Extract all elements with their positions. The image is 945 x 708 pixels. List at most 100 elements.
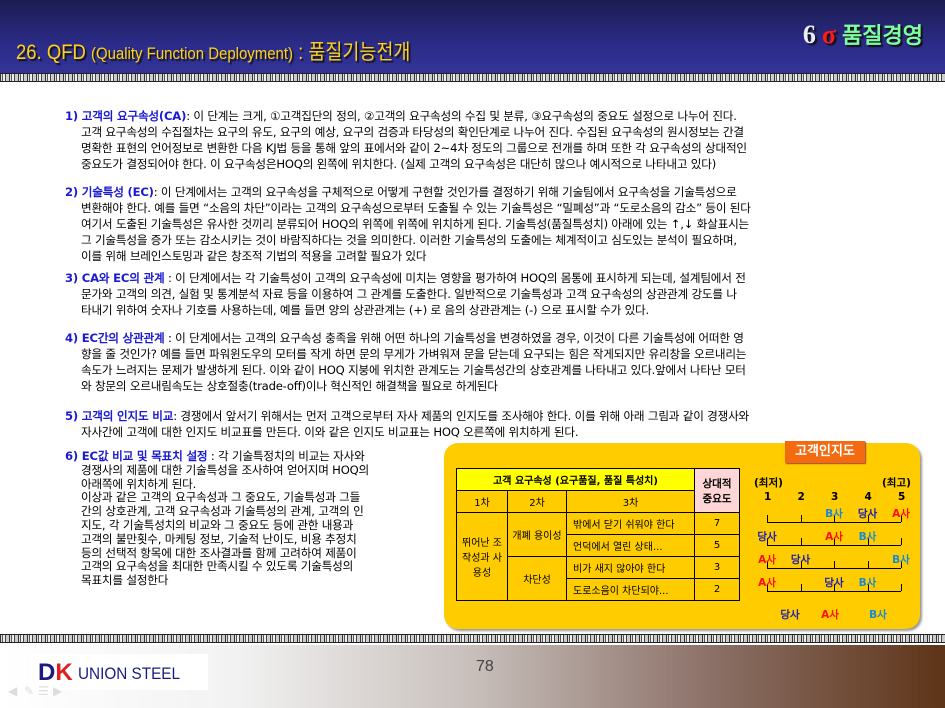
importance-header: 상대적 중요도 [694, 468, 740, 513]
level-2-cell: 개폐 용이성 [507, 512, 567, 557]
scale-tick-label: 2 [797, 491, 805, 503]
paragraph-line: 5) 고객의 인지도 비교: 경쟁에서 앞서기 위해서는 먼저 고객으로부터 자… [65, 408, 749, 424]
paragraph-text: 중요도가 결정되어야 한다. 이 요구속성은HOQ의 왼쪽에 위치한다. (실제… [81, 157, 717, 171]
paragraph-line: 그 기술특성을 증가 또는 감소시키는 것이 바람직하다는 것을 의미한다. 이… [65, 232, 751, 248]
paragraph-text: 변환해야 한다. 예를 들면 “소음의 차단”이라는 고객의 요구속성으로부터 … [81, 201, 751, 215]
paragraph-line: 타내기 위하여 숫자나 기호를 사용하는데, 예를 들면 양의 상관관계는 (+… [65, 302, 746, 318]
paragraph-line: 향을 줄 것인가? 예를 들면 파워윈도우의 모터를 작게 하면 문의 무게가 … [65, 346, 746, 362]
paragraph-text: : 이 단계에서는 고객의 요구속성 충족을 위해 어떤 하나의 기술특성을 변… [164, 331, 744, 345]
table-header: 고객 요구속성 (요구품질, 품질 특성치) [456, 468, 695, 491]
paragraph-5: 5) 고객의 인지도 비교: 경쟁에서 앞서기 위해서는 먼저 고객으로부터 자… [65, 408, 749, 440]
paragraph-line: 명확한 표현의 언어정보로 변환한 다음 KJ법 등을 통해 앞의 표에서와 같… [65, 140, 747, 156]
level-3-cell: 도로소음이 차단되야... [566, 578, 695, 601]
level-2-header: 2차 [507, 490, 567, 513]
next-slide-icon[interactable]: ▶ [53, 684, 62, 698]
rating-marker-a: A사 [758, 577, 776, 589]
page-number: 78 [476, 658, 494, 675]
paragraph-line: 고객의 요구속성을 최대한 만족시킬 수 있도록 기술특성의 [65, 559, 369, 574]
paragraph-heading: 5) 고객의 인지도 비교 [65, 409, 174, 423]
paragraph-line: 3) CA와 EC의 관계 : 이 단계에서는 각 기술특성이 고객의 요구속성… [65, 270, 746, 286]
pen-icon[interactable]: ✎ [24, 684, 34, 698]
paragraph-6: 6) EC값 비교 및 목표치 설정 : 각 기술특정치의 비교는 자사와 경쟁사… [65, 449, 370, 588]
paragraph-text: 고객의 요구속성을 최대한 만족시킬 수 있도록 기술특성의 [81, 559, 354, 574]
legend-b: B사 [869, 609, 887, 621]
paragraph-heading: 3) CA와 EC의 관계 [65, 271, 165, 285]
bottom-border [0, 634, 945, 643]
paragraph-heading: 2) 기술특성 (EC) [65, 185, 154, 199]
rating-marker-b: B사 [825, 508, 843, 520]
level-1-cell: 뛰어난 조작성과 사용성 [456, 512, 508, 601]
paragraph-2: 2) 기술특성 (EC): 이 단계에서는 고객의 요구속성을 구체적으로 어떻… [65, 184, 751, 264]
importance-cell: 3 [694, 556, 740, 579]
paragraph-line: 6) EC값 비교 및 목표치 설정 : 각 기술특정치의 비교는 자사와 [65, 449, 369, 464]
scale-line [767, 545, 901, 546]
paragraph-line: 2) 기술특성 (EC): 이 단계에서는 고객의 요구속성을 구체적으로 어떻… [65, 184, 751, 200]
importance-cell: 2 [694, 578, 740, 601]
paragraph-line: 경쟁사의 제품에 대한 기술특성을 조사하여 얻어지며 HOQ의 [65, 462, 370, 478]
paragraph-text: : 이 단계에서는 각 기술특성이 고객의 요구속성에 미치는 영향을 평가하여… [164, 271, 746, 285]
brand-sigma: σ [821, 20, 837, 49]
paragraph-text: 아래쪽에 위치하게 된다. [81, 476, 197, 491]
legend-our: 당사 [780, 609, 800, 621]
menu-icon[interactable]: ☰ [38, 684, 49, 698]
paragraph-1: 1) 고객의 요구속성(CA): 이 단계는 크게, ①고객집단의 정의, ②고… [65, 108, 747, 172]
scale-tick-label: 1 [764, 491, 772, 503]
brand-text: 품질경영 [842, 24, 923, 49]
paragraph-4: 4) EC간의 상관관계 : 이 단계에서는 고객의 요구속성 충족을 위해 어… [65, 330, 746, 394]
importance-cell: 5 [694, 534, 740, 557]
rating-marker-a: A사 [892, 508, 910, 520]
scale-line [767, 522, 901, 523]
scale-tick [901, 584, 902, 591]
paragraph-line: 이상과 같은 고객의 요구속성과 그 중요도, 기술특성과 그들 [65, 490, 369, 505]
recognition-scale: (최저) (최고) 1 2 3 4 5 당사 A사 B사 당사 A사 B사 당사 A사 B사 당사 A사 B사 당… [740, 470, 920, 630]
paragraph-line: 와 창문의 오르내림속도는 상호절충(trade-off)이나 혁신적인 해결책… [65, 378, 746, 394]
paragraph-text: 지도, 각 기술특성치의 비교와 그 중요도 등에 관한 내용과 [81, 517, 354, 532]
paragraph-text: : 이 단계는 크게, ①고객집단의 정의, ②고객의 요구속성의 수집 및 분… [186, 109, 737, 123]
paragraph-text: 목표치를 설정한다 [81, 573, 169, 588]
rating-marker-b: B사 [858, 531, 877, 543]
paragraph-line: 지도, 각 기술특성치의 비교와 그 중요도 등에 관한 내용과 [65, 517, 369, 533]
paragraph-heading: 4) EC간의 상관관계 [65, 331, 165, 345]
scale-tick [800, 538, 802, 545]
scale-high-label: (최고) [882, 477, 911, 489]
rating-marker-b: B사 [892, 554, 910, 566]
paragraph-text: 고객 요구속성의 수집절차는 요구의 유도, 요구의 예상, 요구의 검증과 타… [81, 125, 744, 139]
title-sub: (Quality Function Deployment) [90, 44, 294, 63]
table-row: 뛰어난 조작성과 사용성 개폐 용이성 밖에서 닫기 쉬워야 한다 7 [456, 512, 740, 601]
rating-marker-our: 당사 [824, 577, 844, 589]
paragraph-line: 간의 상호관계, 고객 요구속성과 기술특성의 관계, 고객의 인 [65, 504, 369, 519]
paragraph-line: 목표치를 설정한다 [65, 573, 369, 588]
requirements-table: 고객 요구속성 (요구품질, 품질 특성치) 상대적 중요도 1차 2차 3차 … [456, 468, 740, 601]
paragraph-text: 경쟁사의 제품에 대한 기술특성을 조사하여 얻어지며 HOQ의 [81, 462, 370, 477]
paragraph-line: 4) EC간의 상관관계 : 이 단계에서는 고객의 요구속성 충족을 위해 어… [65, 330, 746, 346]
level-2-cell: 차단성 [507, 556, 567, 601]
paragraph-line: 등의 선택적 항목에 대한 조사결과를 함께 고려하여 제품이 [65, 546, 369, 561]
scale-tick-label: 5 [898, 491, 906, 503]
scale-tick [901, 538, 902, 545]
scale-tick [800, 584, 802, 591]
paragraph-line: 이를 위해 브레인스토밍과 같은 창조적 기법의 적용을 고려할 필요가 있다 [65, 248, 751, 264]
paragraph-text: : 이 단계에서는 고객의 요구속성을 구체적으로 어떻게 구현할 것인가를 결… [153, 185, 737, 199]
brand-logo: 6 σ 품질경영 [803, 18, 923, 50]
scale-tick [834, 561, 835, 568]
paragraph-text: 간의 상호관계, 고객 요구속성과 기술특성의 관계, 고객의 인 [81, 504, 364, 519]
top-border [0, 73, 945, 82]
paragraph-text: 여기서 도출된 기술특성은 유사한 것끼리 분류되어 HOQ의 위쪽에 위쪽에 … [81, 217, 750, 231]
slide-header: 26. QFD (Quality Function Deployment) : … [0, 0, 945, 73]
scale-tick [767, 515, 768, 522]
prev-slide-icon[interactable]: ◀ [8, 684, 17, 698]
logo-mark: DK [38, 659, 73, 686]
rating-marker-a: A사 [758, 554, 776, 566]
paragraph-text: : 각 기술특정치의 비교는 자사와 [207, 449, 365, 463]
paragraph-line: 변환해야 한다. 예를 들면 “소음의 차단”이라는 고객의 요구속성으로부터 … [65, 200, 751, 216]
paragraph-text: 와 창문의 오르내림속도는 상호절충(trade-off)이나 혁신적인 해결책… [81, 379, 498, 393]
paragraph-text: 문가와 고객의 의견, 실험 및 통계분석 자료 등을 이용하여 그 관계를 도… [81, 287, 737, 301]
paragraph-text: 속도가 느려지는 문제가 발생하게 된다. 이와 같이 HOQ 지붕에 위치한 … [81, 363, 746, 377]
level-3-cell: 언덕에서 열린 상태... [566, 534, 695, 557]
title-main: 26. QFD [16, 41, 91, 64]
level-3-header: 3차 [566, 490, 695, 513]
title-tail: : 품질기능전개 [293, 41, 411, 64]
importance-cell: 7 [694, 512, 740, 535]
paragraph-text: 고객의 불만횟수, 마케팅 정보, 기술적 난이도, 비용 추정치 [81, 531, 357, 546]
paragraph-text: : 경쟁에서 앞서기 위해서는 먼저 고객으로부터 자사 제품의 인지도를 조사… [173, 409, 750, 423]
